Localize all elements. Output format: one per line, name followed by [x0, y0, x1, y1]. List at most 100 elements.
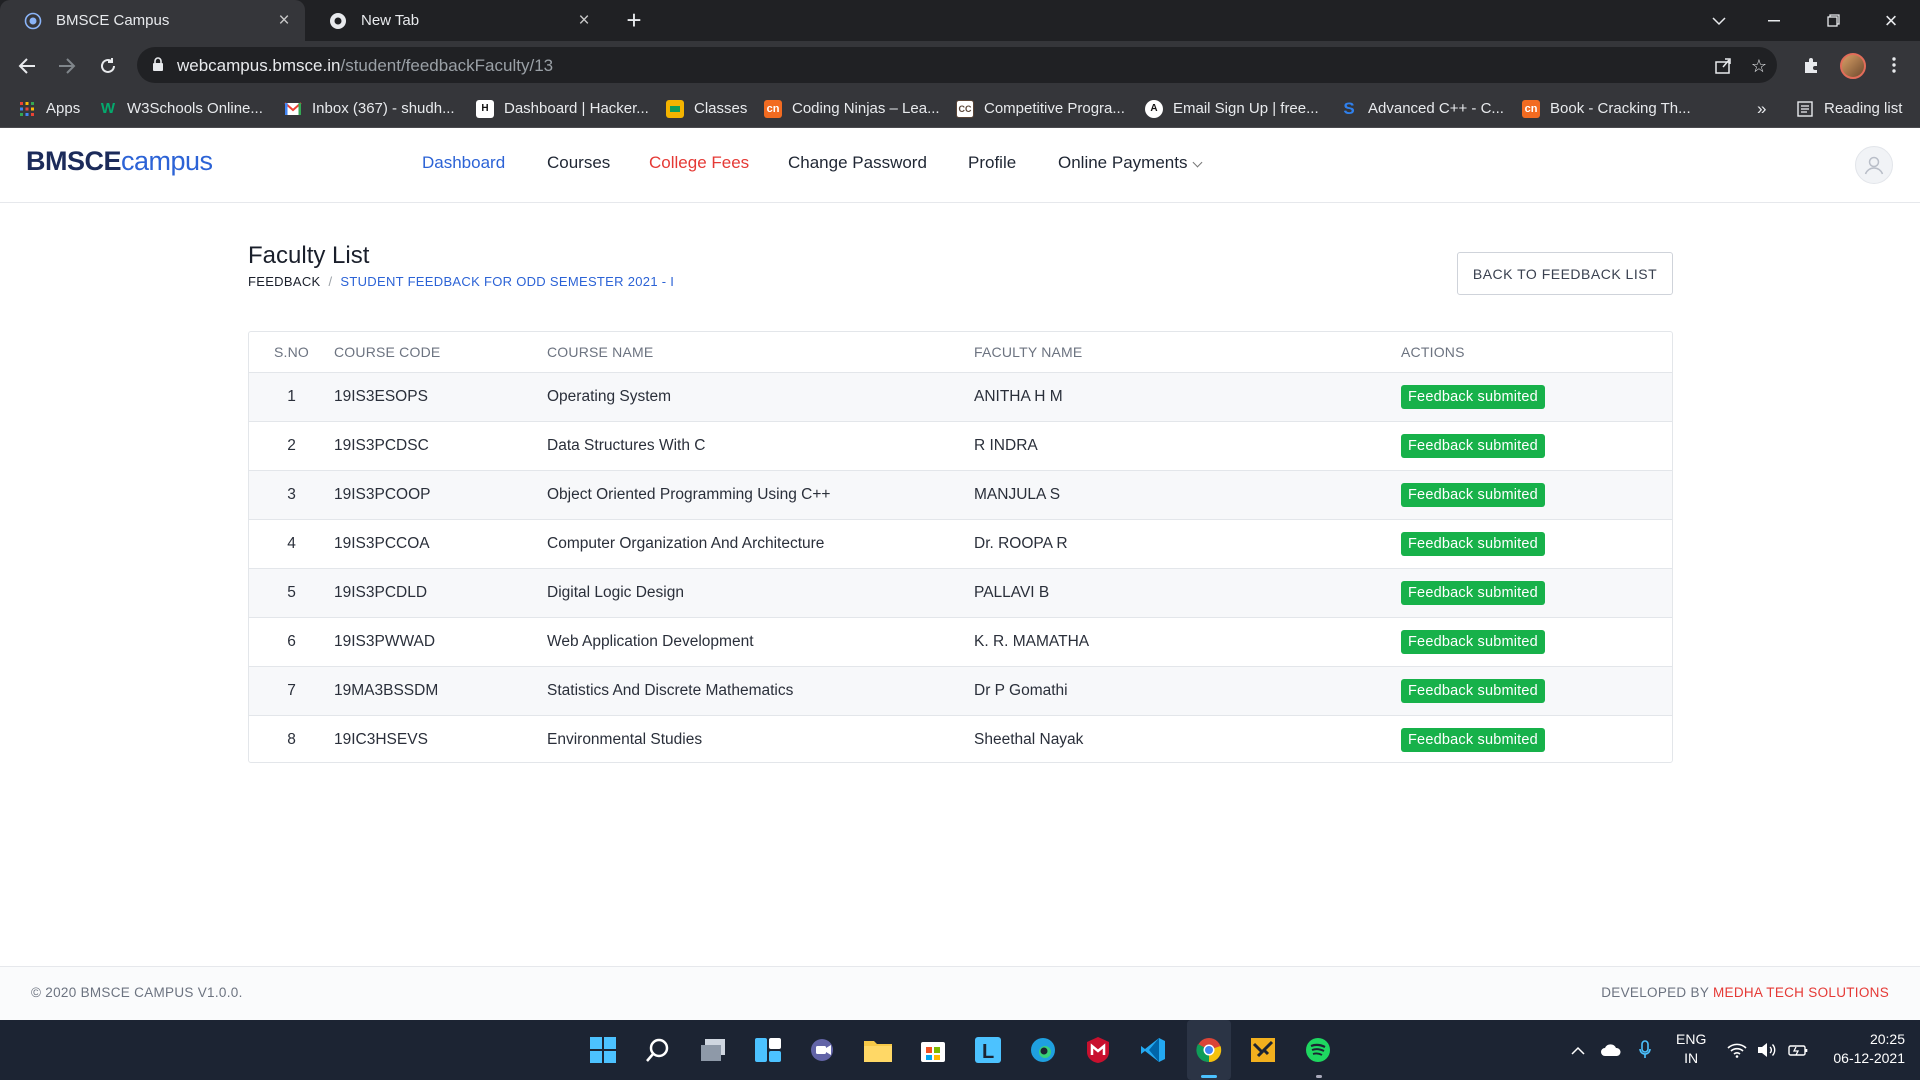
table-row: 2 19IS3PCDSC Data Structures With CR INDRA…	[249, 421, 1672, 471]
svg-text:L: L	[982, 1041, 994, 1063]
bookmark-apps[interactable]: Apps	[18, 89, 80, 128]
spotify-icon[interactable]	[1300, 1032, 1336, 1068]
apps-grid-icon	[18, 100, 36, 118]
nav-college-fees[interactable]: College Fees	[649, 153, 749, 173]
table-header-row: S.NO COURSE CODE COURSE NAME FACULTY NAM…	[249, 332, 1672, 373]
minimize-icon[interactable]	[1745, 0, 1803, 41]
search-icon[interactable]	[640, 1032, 676, 1068]
extensions-puzzle-icon[interactable]	[1797, 51, 1825, 79]
forward-arrow-icon[interactable]	[51, 50, 83, 82]
battery-icon[interactable]	[1785, 1020, 1811, 1080]
bookmark-classes[interactable]: Classes	[666, 89, 747, 128]
nav-change-password[interactable]: Change Password	[788, 153, 927, 173]
language-indicator[interactable]: ENG IN	[1676, 1030, 1706, 1068]
cell-faculty-name: Dr P Gomathi	[974, 666, 1401, 716]
restore-icon[interactable]	[1804, 0, 1862, 41]
table-row: 7 19MA3BSSDM Statistics And Discrete Mathe…	[249, 666, 1672, 716]
site-logo[interactable]: BMSCEcampus	[26, 146, 213, 177]
bookmark-label: Book - Cracking Th...	[1550, 100, 1691, 117]
tab-search-chevron-icon[interactable]	[1690, 0, 1748, 41]
bookmark-star-icon[interactable]: ☆	[1748, 55, 1770, 77]
globe-icon	[24, 12, 42, 30]
cell-sno: 8	[287, 730, 296, 748]
lock-icon[interactable]	[152, 57, 164, 77]
task-view-icon[interactable]	[695, 1032, 731, 1068]
bookmark-hackerrank[interactable]: H Dashboard | Hacker...	[476, 89, 649, 128]
bookmark-w3schools[interactable]: W W3Schools Online...	[99, 89, 263, 128]
copyright-text: © 2020 BMSCE CAMPUS V1.0.0.	[31, 985, 243, 1000]
chrome-taskbar-icon[interactable]	[1191, 1032, 1227, 1068]
back-arrow-icon[interactable]	[11, 50, 43, 82]
bookmark-gmail[interactable]: Inbox (367) - shudh...	[284, 89, 455, 128]
profile-avatar[interactable]	[1840, 53, 1866, 79]
address-bar[interactable]: webcampus.bmsce.in/student/feedbackFacul…	[137, 47, 1777, 83]
feedback-status-badge: Feedback submited	[1401, 580, 1545, 605]
close-window-icon[interactable]: ×	[1862, 0, 1920, 41]
reload-icon[interactable]	[92, 50, 124, 82]
breadcrumb-feedback[interactable]: FEEDBACK	[248, 274, 320, 289]
header-faculty-name: FACULTY NAME	[974, 332, 1401, 373]
cell-sno: 2	[249, 421, 334, 471]
feedback-status-badge: Feedback submited	[1401, 433, 1545, 458]
tray-chevron-up-icon[interactable]	[1565, 1020, 1591, 1080]
tab-new-tab[interactable]: New Tab ×	[305, 0, 605, 41]
onedrive-cloud-icon[interactable]	[1596, 1020, 1626, 1080]
teams-chat-icon[interactable]	[805, 1032, 841, 1068]
file-explorer-icon[interactable]	[860, 1032, 896, 1068]
bookmark-label: W3Schools Online...	[127, 100, 263, 117]
cell-actions: Feedback submited	[1401, 666, 1672, 716]
back-to-feedback-list-button[interactable]: BACK TO FEEDBACK LIST	[1457, 252, 1673, 295]
edge-browser-icon[interactable]	[1025, 1032, 1061, 1068]
vscode-icon[interactable]	[1135, 1032, 1171, 1068]
widgets-icon[interactable]	[750, 1032, 786, 1068]
microphone-icon[interactable]	[1632, 1020, 1658, 1080]
close-tab-icon[interactable]: ×	[571, 10, 597, 32]
microsoft-store-icon[interactable]	[915, 1032, 951, 1068]
volume-icon[interactable]	[1754, 1020, 1780, 1080]
share-icon[interactable]	[1712, 55, 1734, 77]
clock-time: 20:25	[1869, 1031, 1905, 1047]
breadcrumb-current[interactable]: STUDENT FEEDBACK FOR ODD SEMESTER 2021 -…	[340, 274, 674, 289]
cell-sno: 6	[249, 617, 334, 667]
windows-start-icon[interactable]	[585, 1032, 621, 1068]
wifi-icon[interactable]	[1724, 1020, 1750, 1080]
bookmark-advanced-cpp[interactable]: S Advanced C++ - C...	[1340, 89, 1504, 128]
bookmark-competitive[interactable]: CC Competitive Progra...	[956, 89, 1125, 128]
more-bookmarks-button[interactable]: »	[1757, 89, 1766, 128]
close-tab-icon[interactable]: ×	[271, 10, 297, 32]
tab-title: BMSCE Campus	[56, 12, 170, 29]
mcafee-icon[interactable]	[1080, 1032, 1116, 1068]
browser-toolbar: webcampus.bmsce.in/student/feedbackFacul…	[0, 41, 1920, 89]
user-avatar-icon[interactable]	[1855, 146, 1893, 184]
tab-bmsce-campus[interactable]: BMSCE Campus ×	[0, 0, 305, 41]
tools-app-icon[interactable]	[1245, 1032, 1281, 1068]
developer-link[interactable]: MEDHA TECH SOLUTIONS	[1713, 985, 1889, 1000]
bookmark-email-signup[interactable]: A Email Sign Up | free...	[1145, 89, 1319, 128]
new-tab-plus-icon[interactable]: +	[619, 7, 649, 35]
cell-course-name: Object Oriented Programming Using C++	[547, 470, 974, 520]
bookmark-book[interactable]: cn Book - Cracking Th...	[1522, 89, 1691, 128]
nav-dashboard[interactable]: Dashboard	[422, 153, 505, 173]
l-app-icon[interactable]: L	[970, 1032, 1006, 1068]
nav-online-payments[interactable]: Online Payments	[1058, 153, 1203, 173]
cell-faculty-name: K. R. MAMATHA	[974, 617, 1401, 667]
cell-sno: 5	[249, 568, 334, 618]
w3schools-icon: W	[100, 100, 116, 117]
header-actions: ACTIONS	[1401, 332, 1672, 373]
cell-course-name: Digital Logic Design	[547, 568, 974, 618]
cell-course-code: 19IS3PCDSC	[334, 421, 547, 471]
nav-courses[interactable]: Courses	[547, 153, 610, 173]
cell-course-code: 19IS3PCDLD	[334, 568, 547, 618]
chrome-menu-icon[interactable]	[1880, 51, 1908, 79]
nav-profile[interactable]: Profile	[968, 153, 1016, 173]
cell-course-name: Operating System	[547, 372, 974, 422]
gmail-icon	[284, 100, 302, 118]
system-clock[interactable]: 20:25 06-12-2021	[1825, 1030, 1905, 1068]
cell-course-name: Computer Organization And Architecture	[547, 519, 974, 569]
table-row: 1 19IS3ESOPS Operating System ANITHA H M Fee…	[249, 372, 1672, 422]
bookmark-label: Classes	[694, 100, 748, 117]
developed-by-label: DEVELOPED BY	[1601, 985, 1709, 1000]
reading-list-button[interactable]: Reading list	[1796, 89, 1902, 128]
cell-actions: Feedback submited	[1401, 372, 1672, 422]
bookmark-coding-ninjas[interactable]: cn Coding Ninjas – Lea...	[764, 89, 940, 128]
